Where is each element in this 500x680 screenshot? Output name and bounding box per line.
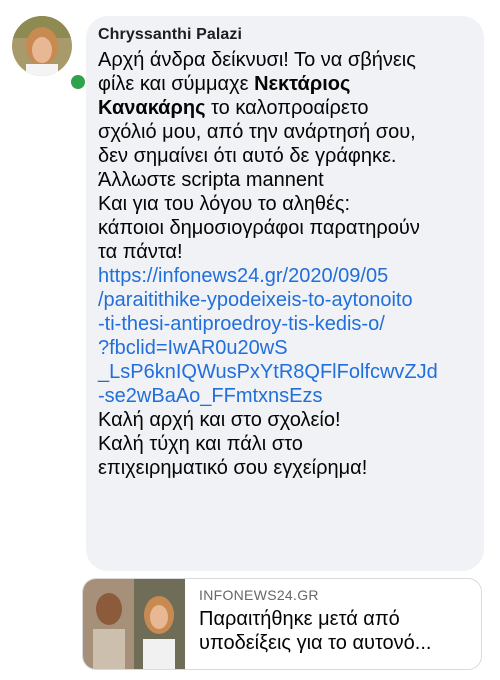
comment-screenshot: Chryssanthi Palazi Αρχή άνδρα δείκνυσι! …	[0, 0, 500, 680]
comment-text-line: τα πάντα!	[98, 241, 183, 263]
link-preview-title: Παραιτήθηκε μετά από υποδείξεις για το α…	[199, 607, 475, 655]
link-preview-title-line-2: υποδείξεις για το αυτονό...	[199, 632, 432, 654]
comment-text-line: σχόλιό μου, από την ανάρτησή σου,	[98, 121, 416, 143]
mention-tag[interactable]: Κανακάρης	[98, 97, 205, 119]
comment-link-line[interactable]: https://infonews24.gr/2020/09/05	[98, 264, 472, 288]
comment-text-line: Άλλωστε scripta mannent	[98, 169, 324, 191]
comment-link-line[interactable]: -se2wBaAo_FFmtxnsEzs	[98, 384, 472, 408]
comment-author-name[interactable]: Chryssanthi Palazi	[98, 26, 472, 44]
link-preview-source: INFONEWS24.GR	[199, 587, 319, 603]
comment-text-line: Και για του λόγου το αληθές:	[98, 193, 351, 215]
mention-tag[interactable]: Νεκτάριος	[254, 73, 350, 95]
comment-text-line: Καλή αρχή και στο σχολείο!	[98, 409, 341, 431]
comment-text: Αρχή άνδρα δείκνυσι! Το να σβήνεις φίλε κ…	[98, 48, 472, 480]
avatar[interactable]	[12, 16, 88, 92]
comment-text-line: Αρχή άνδρα δείκνυσι! Το να σβήνεις	[98, 49, 416, 71]
avatar-photo	[12, 16, 72, 76]
link-preview-card[interactable]: INFONEWS24.GR Παραιτήθηκε μετά από υποδε…	[82, 578, 482, 670]
link-preview-thumbnail	[83, 579, 185, 669]
comment-text-line: επιχειρηματικό σου εγχείρημα!	[98, 457, 368, 479]
link-preview-title-line-1: Παραιτήθηκε μετά από	[199, 608, 400, 630]
comment-text-segment: φίλε και σύμμαχε	[98, 73, 255, 95]
comment-text-line: κάποιοι δημοσιογράφοι παρατηρούν	[98, 217, 420, 239]
comment-text-line: Καλή τύχη και πάλι στο	[98, 433, 303, 455]
comment-text-line: Κανακάρης το καλοπροαίρετο	[98, 96, 472, 120]
comment-link-line[interactable]: _LsP6knIQWusPxYtR8QFlFolfcwvZJd	[98, 360, 472, 384]
comment-link-line[interactable]: -ti-thesi-antiproedroy-tis-kedis-o/	[98, 312, 472, 336]
comment-link-line[interactable]: /paraitithike-ypodeixeis-to-aytonoito	[98, 288, 472, 312]
online-status-dot	[68, 72, 88, 92]
comment-link-line[interactable]: ?fbclid=IwAR0u20wS	[98, 336, 472, 360]
comment-bubble: Chryssanthi Palazi Αρχή άνδρα δείκνυσι! …	[86, 16, 484, 571]
comment-text-line: δεν σημαίνει ότι αυτό δε γράφηκε.	[98, 145, 397, 167]
comment-text-segment: το καλοπροαίρετο	[205, 97, 369, 119]
comment-text-line: φίλε και σύμμαχε Νεκτάριος	[98, 72, 472, 96]
